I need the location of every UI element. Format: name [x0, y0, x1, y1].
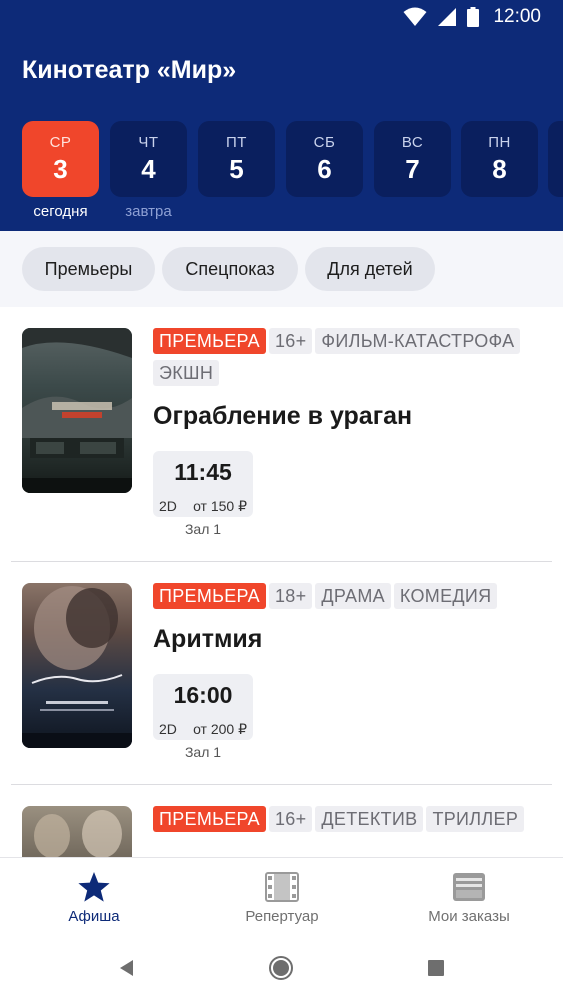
genre-tag: ЭКШН — [153, 360, 220, 386]
date-weekday: СБ — [313, 133, 336, 151]
session-format: 2D — [159, 498, 177, 514]
date-item-0[interactable]: СР 3 сегодня — [22, 121, 99, 221]
movie-title[interactable]: Аритмия — [153, 625, 262, 654]
nav-label: Мои заказы — [428, 908, 510, 925]
premiere-badge: ПРЕМЬЕРА — [153, 806, 266, 832]
bottom-navigation: Афиша Репертуар Мои заказы — [0, 857, 563, 937]
date-weekday: ВС — [401, 133, 424, 151]
movie-tags: ПРЕМЬЕРА 18+ ДРАМА КОМЕДИЯ — [153, 583, 553, 615]
genre-tag: ФИЛЬМ-КАТАСТРОФА — [315, 328, 521, 354]
film-icon — [265, 870, 299, 904]
date-caption: завтра — [125, 203, 172, 220]
age-rating-badge: 18+ — [268, 583, 313, 609]
battery-icon — [467, 7, 480, 27]
movie-tags: ПРЕМЬЕРА 16+ ДЕТЕКТИВ ТРИЛЛЕР — [153, 806, 553, 838]
date-day-number: 8 — [492, 153, 507, 184]
page-title: Кинотеатр «Мир» — [22, 56, 237, 84]
status-time: 12:00 — [493, 6, 541, 27]
filter-chip-kids[interactable]: Для детей — [305, 247, 435, 291]
filter-chip-special[interactable]: Спецпоказ — [162, 247, 298, 291]
app-header: 12:00 Кинотеатр «Мир» СР 3 сегодня ЧТ 4 … — [0, 0, 563, 231]
date-tile-selected[interactable]: СР 3 — [22, 121, 99, 197]
genre-tag: КОМЕДИЯ — [393, 583, 498, 609]
poster-artwork — [34, 810, 122, 857]
session-info: 2D от 150 ₽ — [153, 495, 253, 517]
date-item-2[interactable]: ПТ 5 — [198, 121, 275, 221]
filter-chip-premieres[interactable]: Премьеры — [22, 247, 155, 291]
filter-bar: Премьеры Спецпоказ Для детей — [0, 231, 563, 307]
nav-label: Репертуар — [245, 908, 319, 925]
nav-tab-repertoire[interactable]: Репертуар — [210, 858, 354, 938]
date-day-number: 7 — [405, 153, 420, 184]
premiere-badge: ПРЕМЬЕРА — [153, 328, 266, 354]
date-selector: СР 3 сегодня ЧТ 4 завтра ПТ 5 СБ 6 ВС 7 … — [22, 121, 563, 221]
session-price: от 150 ₽ — [193, 497, 247, 514]
movie-poster[interactable] — [22, 328, 132, 493]
nav-label: Афиша — [68, 908, 120, 925]
system-navigation-bar — [0, 937, 563, 1000]
date-day-number: 3 — [53, 153, 68, 184]
date-item-partial[interactable] — [548, 121, 563, 221]
date-weekday: СР — [49, 133, 72, 151]
session-format: 2D — [159, 721, 177, 737]
movie-tags: ПРЕМЬЕРА 16+ ФИЛЬМ-КАТАСТРОФА ЭКШН — [153, 328, 553, 392]
poster-artwork — [22, 586, 132, 748]
back-icon[interactable] — [113, 955, 139, 981]
recents-icon[interactable] — [423, 955, 449, 981]
star-icon — [77, 870, 111, 904]
date-weekday: ЧТ — [138, 133, 159, 151]
date-item-5[interactable]: ПН 8 — [461, 121, 538, 221]
wallet-icon — [452, 870, 486, 904]
genre-tag: ТРИЛЛЕР — [426, 806, 525, 832]
movie-card[interactable]: ПРЕМЬЕРА 16+ ДЕТЕКТИВ ТРИЛЛЕР — [0, 785, 563, 857]
date-day-number: 4 — [141, 153, 156, 184]
nav-tab-afisha[interactable]: Афиша — [22, 858, 166, 938]
session-hall: Зал 1 — [184, 744, 222, 760]
date-item-4[interactable]: ВС 7 — [374, 121, 451, 221]
poster-artwork — [22, 328, 132, 493]
movie-poster[interactable] — [22, 583, 132, 748]
session-hall: Зал 1 — [184, 521, 222, 537]
session-info: 2D от 200 ₽ — [153, 718, 253, 740]
movie-title[interactable]: Ограбление в ураган — [153, 402, 412, 431]
session-button[interactable]: 16:00 2D от 200 ₽ — [153, 674, 253, 740]
session-time: 16:00 — [173, 682, 233, 708]
movie-poster[interactable] — [22, 806, 132, 857]
genre-tag: ДРАМА — [315, 583, 391, 609]
signal-icon — [437, 7, 457, 27]
session-button[interactable]: 11:45 2D от 150 ₽ — [153, 451, 253, 517]
date-caption: сегодня — [33, 203, 88, 220]
date-weekday: ПТ — [226, 133, 247, 151]
divider — [11, 561, 552, 562]
session-price: от 200 ₽ — [193, 720, 247, 737]
age-rating-badge: 16+ — [268, 806, 313, 832]
date-weekday: ПН — [488, 133, 511, 151]
genre-tag: ДЕТЕКТИВ — [315, 806, 424, 832]
date-tile[interactable]: ВС 7 — [374, 121, 451, 197]
wifi-icon — [403, 7, 427, 27]
session-time: 11:45 — [174, 459, 232, 485]
date-day-number: 6 — [317, 153, 332, 184]
status-bar: 12:00 — [0, 0, 563, 34]
date-tile[interactable]: СБ 6 — [286, 121, 363, 197]
age-rating-badge: 16+ — [268, 328, 313, 354]
date-day-number: 5 — [229, 153, 244, 184]
date-item-1[interactable]: ЧТ 4 завтра — [110, 121, 187, 221]
home-icon[interactable] — [268, 955, 294, 981]
nav-tab-orders[interactable]: Мои заказы — [397, 858, 541, 938]
date-tile[interactable]: ПТ 5 — [198, 121, 275, 197]
date-item-3[interactable]: СБ 6 — [286, 121, 363, 221]
date-tile[interactable] — [548, 121, 563, 197]
premiere-badge: ПРЕМЬЕРА — [153, 583, 266, 609]
date-tile[interactable]: ЧТ 4 — [110, 121, 187, 197]
date-tile[interactable]: ПН 8 — [461, 121, 538, 197]
